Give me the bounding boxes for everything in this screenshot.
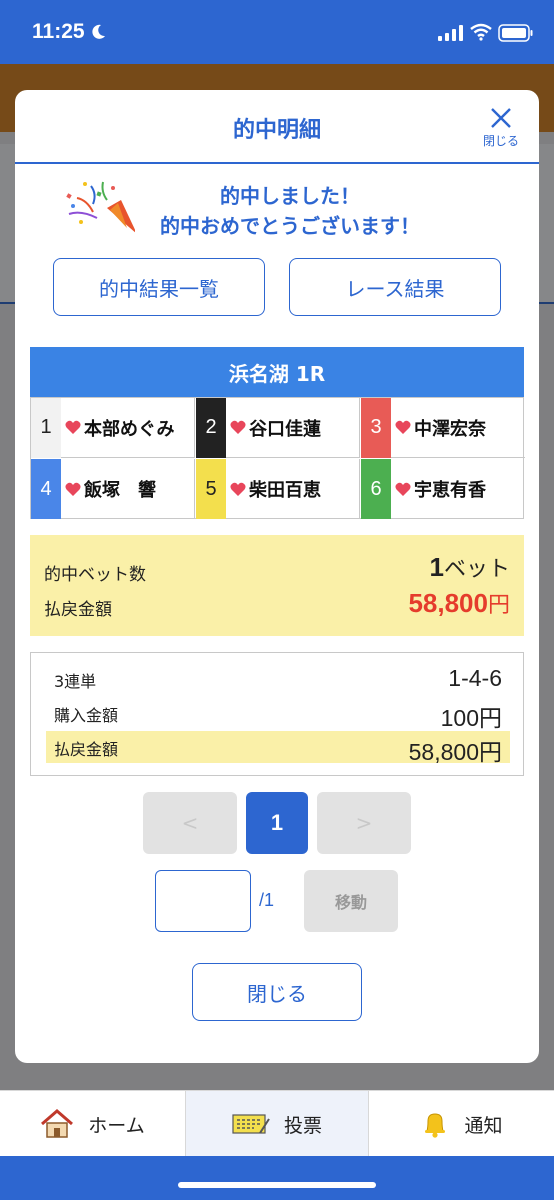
bets-value: 1ベット <box>429 552 510 582</box>
tab-home-label: ホーム <box>88 1114 145 1137</box>
racer-name: 本部めぐみ <box>84 418 175 440</box>
racer-cell: 2 谷口佳蓮 <box>196 397 360 458</box>
racer-cell: 5 柴田百恵 <box>196 459 360 519</box>
payout-label: 払戻金額 <box>44 600 112 620</box>
racer-number: 6 <box>361 459 391 519</box>
detail-payout-value: 58,800円 <box>408 739 502 765</box>
heart-icon[interactable] <box>230 482 246 497</box>
wifi-icon <box>470 23 492 41</box>
racer-cell: 4 飯塚 響 <box>31 459 195 519</box>
heart-icon[interactable] <box>230 420 246 435</box>
bet-detail: 3連単 1-4-6 購入金額 100円 払戻金額 58,800円 <box>30 652 524 776</box>
moon-icon <box>92 24 105 39</box>
home-indicator <box>178 1182 376 1188</box>
modal-close-x-button[interactable]: 閉じる <box>479 106 523 156</box>
tab-notify[interactable]: 通知 <box>369 1091 554 1157</box>
congrats-line-2: 的中おめでとうございます！ <box>160 214 420 238</box>
bet-type-value: 1-4-6 <box>448 665 502 691</box>
racer-number: 1 <box>31 397 61 458</box>
close-button[interactable]: 閉じる <box>192 963 362 1021</box>
racer-number: 4 <box>31 459 61 519</box>
status-bar: 11:25 <box>0 0 554 64</box>
tab-home[interactable]: ホーム <box>0 1091 185 1157</box>
racer-name: 宇恵有香 <box>414 480 486 501</box>
racer-name: 飯塚 響 <box>84 480 156 501</box>
bell-icon <box>425 1113 446 1138</box>
racer-name: 谷口佳蓮 <box>249 418 321 440</box>
racer-number: 3 <box>361 397 391 458</box>
bets-label: 的中ベット数 <box>44 565 146 585</box>
race-result-button[interactable]: レース結果 <box>289 258 501 316</box>
ticket-icon <box>232 1114 270 1134</box>
home-icon <box>41 1109 74 1138</box>
race-title: 浜名湖 1R <box>30 347 524 397</box>
close-label: 閉じる <box>482 134 519 148</box>
detail-payout-row: 払戻金額 58,800円 <box>46 731 510 765</box>
tab-vote-label: 投票 <box>283 1114 322 1137</box>
hit-results-list-button[interactable]: 的中結果一覧 <box>53 258 265 316</box>
next-page-button[interactable]: > <box>317 792 411 854</box>
detail-payout-label: 払戻金額 <box>54 740 119 759</box>
heart-icon[interactable] <box>395 420 411 435</box>
hit-detail-modal: 的中明細 閉じる 的中しました！ 的中おめでとうございます！ 的中結果一覧 レー… <box>15 90 539 1063</box>
battery-icon <box>498 24 533 42</box>
purchase-row: 購入金額 100円 <box>46 697 510 731</box>
hit-summary: 的中ベット数 1ベット 払戻金額 58,800円 <box>30 535 524 636</box>
heart-icon[interactable] <box>395 482 411 497</box>
close-icon <box>491 108 511 128</box>
racer-name: 柴田百恵 <box>249 480 321 501</box>
purchase-label: 購入金額 <box>54 706 119 725</box>
racer-name: 中澤宏奈 <box>414 418 486 440</box>
racer-cell: 3 中澤宏奈 <box>361 397 525 458</box>
purchase-value: 100円 <box>440 705 502 731</box>
page-total: /1 <box>259 890 275 910</box>
party-popper-icon <box>66 181 135 233</box>
tab-vote[interactable]: 投票 <box>185 1091 369 1157</box>
bet-type-row: 3連単 1-4-6 <box>46 663 510 695</box>
home-indicator-area <box>0 1156 554 1200</box>
racer-grid: 1 本部めぐみ 2 谷口佳蓮 3 中澤宏奈 4 飯塚 響 5 柴田百恵 6 宇恵有香 <box>30 397 525 519</box>
move-page-button[interactable]: 移動 <box>304 870 398 932</box>
congrats-message: 的中しました！ 的中おめでとうございます！ <box>15 178 539 238</box>
signal-icon <box>438 25 463 41</box>
bottom-tab-bar: ホーム 投票 通知 <box>0 1090 554 1157</box>
heart-icon[interactable] <box>65 482 81 497</box>
current-page-button[interactable]: 1 <box>246 792 308 854</box>
racer-number: 5 <box>196 459 226 519</box>
modal-title: 的中明細 <box>232 118 321 143</box>
bet-type-label: 3連単 <box>54 672 97 691</box>
prev-page-button[interactable]: < <box>143 792 237 854</box>
racer-cell: 1 本部めぐみ <box>31 397 195 458</box>
congrats-line-1: 的中しました！ <box>220 184 360 208</box>
racer-number: 2 <box>196 397 226 458</box>
page-number-input[interactable] <box>155 870 251 932</box>
racer-cell: 6 宇恵有香 <box>361 459 525 519</box>
payout-value: 58,800円 <box>408 588 510 618</box>
modal-header: 的中明細 閉じる <box>15 90 539 164</box>
heart-icon[interactable] <box>65 420 81 435</box>
tab-notify-label: 通知 <box>464 1114 503 1137</box>
status-time: 11:25 <box>32 20 85 43</box>
